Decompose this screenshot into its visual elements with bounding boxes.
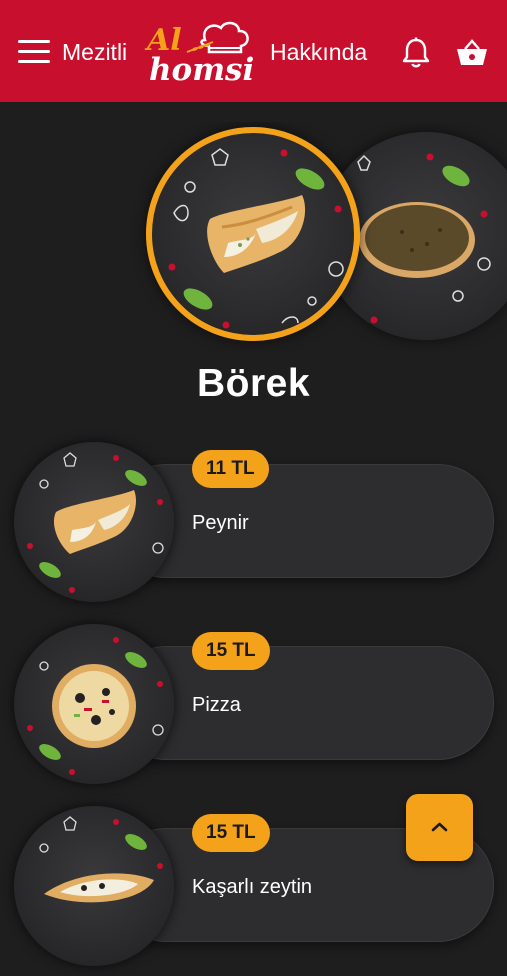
product-price: 15 TL: [192, 632, 270, 670]
product-image-pizza[interactable]: [14, 624, 174, 784]
product-name: Peynir: [192, 512, 249, 534]
svg-text:homsi: homsi: [149, 52, 254, 88]
product-image-pide[interactable]: [14, 806, 174, 966]
bell-icon[interactable]: [400, 36, 432, 70]
product-image-borek[interactable]: [14, 442, 174, 602]
nav-link-mezitli[interactable]: Mezitli: [62, 38, 127, 66]
category-title: Börek: [196, 362, 311, 405]
scroll-to-top-button[interactable]: [406, 794, 473, 861]
chevron-up-icon: [431, 822, 448, 832]
product-item[interactable]: 15 TL Pizza: [0, 624, 507, 794]
product-price: 15 TL: [192, 814, 270, 852]
brand-logo[interactable]: Al homsi: [143, 18, 258, 90]
basket-icon[interactable]: [455, 38, 489, 68]
menu-icon[interactable]: [18, 40, 50, 64]
app-header: Mezitli Al homsi Hakkında: [0, 0, 507, 102]
product-name: Pizza: [192, 694, 241, 716]
borek-image: [168, 148, 344, 329]
product-name: Kaşarlı zeytin: [192, 876, 313, 898]
category-item-borek-selected[interactable]: [146, 127, 360, 341]
product-item[interactable]: 11 TL Peynir: [0, 442, 507, 612]
category-carousel[interactable]: [0, 122, 507, 352]
product-price: 11 TL: [192, 450, 269, 488]
nav-link-hakkinda[interactable]: Hakkında: [270, 38, 367, 66]
